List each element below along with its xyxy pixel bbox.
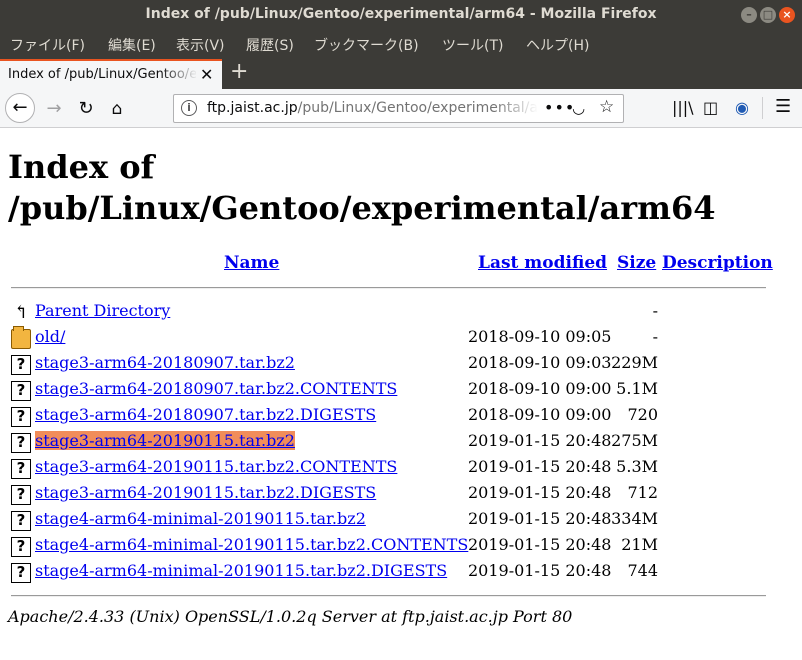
menu-tools[interactable]: ツール(T) [442, 35, 503, 55]
file-link[interactable]: stage3-arm64-20190115.tar.bz2.CONTENTS [35, 457, 397, 476]
new-tab-icon[interactable]: + [230, 59, 248, 84]
last-modified: 2019-01-15 20:48 [468, 535, 612, 554]
file-size: 21M [621, 535, 658, 554]
last-modified: 2019-01-15 20:48 [468, 561, 612, 580]
maximize-window-button[interactable]: □ [760, 7, 776, 23]
file-size: 229M [611, 353, 658, 372]
reload-icon[interactable]: ↻ [72, 95, 100, 123]
sort-by-description-link[interactable]: Description [662, 253, 773, 273]
library-icon[interactable]: |||\ [672, 98, 694, 117]
bookmark-star-icon[interactable]: ☆ [599, 97, 614, 117]
table-row: ? stage3-arm64-20190115.tar.bz2.DIGESTS … [0, 483, 802, 509]
last-modified: 2018-09-10 09:00 [468, 379, 612, 398]
home-icon[interactable]: ⌂ [103, 95, 131, 123]
table-row: ? stage3-arm64-20190115.tar.bz2 2019-01-… [0, 431, 802, 457]
last-modified: 2018-09-10 09:05 [468, 327, 612, 346]
pocket-icon[interactable]: ◡ [572, 99, 585, 117]
unknown-file-icon: ? [11, 355, 31, 375]
header-divider [11, 287, 766, 289]
file-size: - [652, 327, 658, 346]
file-link-highlighted[interactable]: stage3-arm64-20190115.tar.bz2 [35, 431, 295, 450]
file-link[interactable]: Parent Directory [35, 301, 170, 320]
file-link[interactable]: stage4-arm64-minimal-20190115.tar.bz2.DI… [35, 561, 447, 580]
table-row: ↰ Parent Directory - [0, 301, 802, 327]
hamburger-menu-icon[interactable]: ☰ [775, 96, 791, 117]
menu-help[interactable]: ヘルプ(H) [526, 35, 589, 55]
table-row: ? stage4-arm64-minimal-20190115.tar.bz2 … [0, 509, 802, 535]
file-link[interactable]: stage4-arm64-minimal-20190115.tar.bz2 [35, 509, 366, 528]
unknown-file-icon: ? [11, 511, 31, 531]
tab-strip: Index of /pub/Linux/Gentoo/experimental/… [0, 57, 802, 89]
file-link[interactable]: stage3-arm64-20180907.tar.bz2.DIGESTS [35, 405, 376, 424]
table-row: ? stage3-arm64-20180907.tar.bz2 2018-09-… [0, 353, 802, 379]
tab-active[interactable]: Index of /pub/Linux/Gentoo/experimental/… [0, 59, 222, 89]
last-modified: 2019-01-15 20:48 [468, 483, 612, 502]
file-size: 275M [611, 431, 658, 450]
menu-history[interactable]: 履歴(S) [246, 35, 294, 55]
folder-icon [11, 326, 31, 349]
page-actions-icon[interactable]: ••• [544, 98, 575, 117]
site-info-icon[interactable]: i [181, 100, 197, 116]
unknown-file-icon: ? [11, 485, 31, 505]
file-link[interactable]: stage3-arm64-20190115.tar.bz2.DIGESTS [35, 483, 376, 502]
window-title: Index of /pub/Linux/Gentoo/experimental/… [145, 6, 657, 22]
window-titlebar: Index of /pub/Linux/Gentoo/experimental/… [0, 0, 802, 30]
file-link[interactable]: stage3-arm64-20180907.tar.bz2 [35, 353, 295, 372]
last-modified: 2018-09-10 09:03 [468, 353, 612, 372]
menu-view[interactable]: 表示(V) [176, 35, 225, 55]
file-size: 712 [627, 483, 658, 502]
close-window-button[interactable]: × [779, 7, 795, 23]
table-row: ? stage3-arm64-20190115.tar.bz2.CONTENTS… [0, 457, 802, 483]
unknown-file-icon: ? [11, 537, 31, 557]
toolbar-separator [762, 97, 763, 119]
file-link[interactable]: stage3-arm64-20180907.tar.bz2.CONTENTS [35, 379, 397, 398]
file-size: 720 [627, 405, 658, 424]
sort-by-modified-link[interactable]: Last modified [478, 253, 607, 273]
file-size: 5.1M [616, 379, 658, 398]
unknown-file-icon: ? [11, 563, 31, 583]
unknown-file-icon: ? [11, 381, 31, 401]
table-row: ? stage3-arm64-20180907.tar.bz2.CONTENTS… [0, 379, 802, 405]
unknown-file-icon: ? [11, 407, 31, 427]
minimize-window-button[interactable]: – [741, 7, 757, 23]
table-row: ? stage4-arm64-minimal-20190115.tar.bz2.… [0, 561, 802, 587]
footer-divider [11, 595, 766, 597]
last-modified: 2019-01-15 20:48 [468, 457, 612, 476]
tab-close-icon[interactable]: ✕ [200, 65, 213, 84]
file-size: 334M [611, 509, 658, 528]
last-modified: 2019-01-15 20:48 [468, 509, 612, 528]
server-signature: Apache/2.4.33 (Unix) OpenSSL/1.0.2q Serv… [8, 607, 573, 626]
url-text[interactable]: ftp.jaist.ac.jp/pub/Linux/Gentoo/experim… [207, 100, 537, 116]
file-link[interactable]: stage4-arm64-minimal-20190115.tar.bz2.CO… [35, 535, 468, 554]
last-modified: 2019-01-15 20:48 [468, 431, 612, 450]
url-domain: ftp.jaist.ac.jp [207, 100, 298, 116]
last-modified: 2018-09-10 09:00 [468, 405, 612, 424]
unknown-file-icon: ? [11, 459, 31, 479]
url-bar[interactable]: i ftp.jaist.ac.jp/pub/Linux/Gentoo/exper… [173, 94, 624, 123]
menu-file[interactable]: ファイル(F) [10, 35, 85, 55]
file-size: - [652, 301, 658, 320]
file-size: 744 [627, 561, 658, 580]
navigation-toolbar: ← → ↻ ⌂ i ftp.jaist.ac.jp/pub/Linux/Gent… [0, 89, 802, 128]
table-row: ? stage3-arm64-20180907.tar.bz2.DIGESTS … [0, 405, 802, 431]
sort-by-name-link[interactable]: Name [224, 253, 279, 273]
sidebar-icon[interactable]: ◫ [703, 98, 718, 117]
extension-icon[interactable]: ◉ [735, 98, 749, 117]
sort-by-size-link[interactable]: Size [617, 253, 656, 273]
forward-icon[interactable]: → [40, 95, 68, 123]
back-icon[interactable]: ← [5, 93, 35, 123]
unknown-file-icon: ? [11, 433, 31, 453]
file-size: 5.3M [616, 457, 658, 476]
file-link[interactable]: old/ [35, 327, 65, 346]
menu-bar: ファイル(F) 編集(E) 表示(V) 履歴(S) ブックマーク(B) ツール(… [0, 30, 802, 57]
menu-edit[interactable]: 編集(E) [108, 35, 156, 55]
parent-directory-icon: ↰ [13, 302, 29, 323]
page-content: Index of /pub/Linux/Gentoo/experimental/… [0, 129, 802, 660]
table-row: ? stage4-arm64-minimal-20190115.tar.bz2.… [0, 535, 802, 561]
menu-bookmarks[interactable]: ブックマーク(B) [314, 35, 419, 55]
table-row: old/ 2018-09-10 09:05 - [0, 326, 802, 353]
page-title: Index of /pub/Linux/Gentoo/experimental/… [8, 148, 716, 227]
